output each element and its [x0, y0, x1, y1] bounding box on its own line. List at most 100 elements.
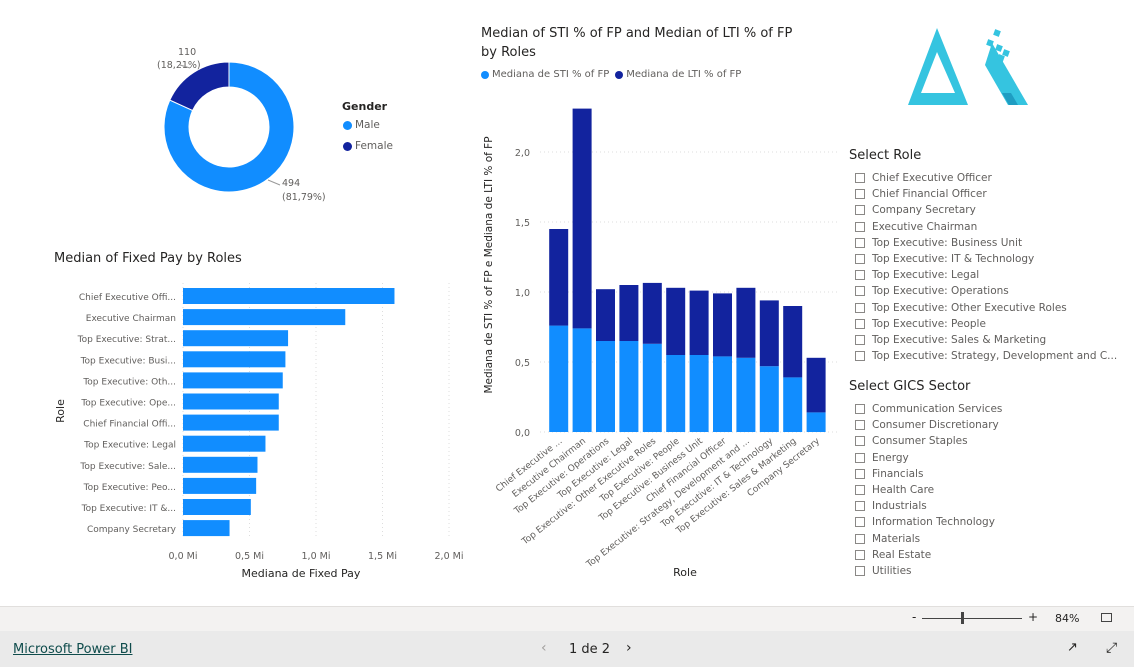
slicer-option[interactable]: Top Executive: Business Unit	[855, 237, 1022, 249]
share-icon[interactable]: ↗	[1067, 640, 1078, 655]
slicer-option-label: Executive Chairman	[872, 220, 978, 233]
y-tick-label: Top Executive: IT &...	[81, 504, 176, 514]
legend-male[interactable]: Male	[343, 119, 380, 131]
zoom-slider-handle[interactable]	[961, 612, 964, 624]
bar-lti	[806, 357, 826, 413]
legend-label: Mediana de STI % of FP	[492, 69, 610, 80]
slicer-option[interactable]: Top Executive: Strategy, Development and…	[855, 350, 1117, 362]
slicer-option[interactable]: Energy	[855, 452, 909, 464]
sti-lti-stacked-chart: 0,00,51,01,52,0Chief Executive ...Execut…	[483, 108, 837, 579]
x-tick-label: 1,0 Mi	[302, 551, 331, 562]
legend-lti[interactable]: Mediana de LTI % of FP	[615, 69, 741, 80]
checkbox[interactable]	[855, 335, 865, 345]
next-page-icon[interactable]: ›	[626, 640, 632, 656]
slicer-option[interactable]: Chief Financial Officer	[855, 188, 987, 200]
zoom-level: 84%	[1055, 612, 1080, 625]
checkbox[interactable]	[855, 237, 865, 248]
y-tick-label: Top Executive: Peo...	[83, 483, 176, 493]
slicer-option[interactable]: Company Secretary	[855, 204, 976, 216]
slicer-option[interactable]: Materials	[855, 533, 920, 545]
checkbox[interactable]	[855, 452, 865, 463]
checkbox[interactable]	[855, 318, 865, 329]
bar-lti	[642, 282, 662, 344]
zoom-out-button[interactable]: -	[912, 610, 916, 624]
sti-lti-chart-title: Median of STI % of FP and Median of LTI …	[481, 26, 793, 60]
slicer-option-label: Health Care	[872, 484, 935, 496]
checkbox[interactable]	[855, 189, 865, 200]
slicer-option[interactable]: Financials	[855, 468, 923, 480]
gender-donut-chart: 494 (81,79%) 110 (18,21%)	[157, 47, 326, 203]
checkbox[interactable]	[855, 404, 865, 414]
bar-lti	[572, 108, 592, 329]
legend-label: Female	[355, 140, 393, 152]
checkbox[interactable]	[855, 254, 865, 264]
slicer-option-label: Real Estate	[872, 548, 932, 561]
fullscreen-icon[interactable]: ⤢	[1106, 640, 1117, 656]
slicer-option[interactable]: Top Executive: Sales & Marketing	[855, 334, 1046, 346]
slicer-option[interactable]: Top Executive: IT & Technology	[855, 253, 1034, 265]
slicer-option[interactable]: Top Executive: Legal	[855, 269, 979, 281]
slicer-option[interactable]: Top Executive: People	[855, 318, 986, 330]
checkbox[interactable]	[855, 566, 865, 576]
bar-sti	[713, 356, 732, 432]
gics-slicer-title: Select GICS Sector	[849, 379, 971, 394]
legend-label: Male	[355, 119, 380, 131]
bar	[183, 477, 257, 494]
checkbox[interactable]	[855, 517, 865, 528]
x-axis-title: Role	[673, 566, 697, 579]
checkbox[interactable]	[855, 286, 865, 297]
legend-female[interactable]: Female	[343, 140, 393, 152]
fit-to-page-icon[interactable]	[1101, 613, 1112, 622]
checkbox[interactable]	[855, 270, 865, 281]
zoom-slider[interactable]	[922, 618, 1022, 619]
slicer-option[interactable]: Real Estate	[855, 549, 931, 561]
checkbox[interactable]	[855, 533, 865, 544]
slicer-option[interactable]: Consumer Discretionary	[855, 419, 999, 431]
slicer-option[interactable]: Health Care	[855, 484, 934, 496]
slicer-option[interactable]: Utilities	[855, 565, 912, 577]
slicer-option[interactable]: Industrials	[855, 500, 927, 512]
checkbox[interactable]	[855, 436, 865, 447]
legend-sti[interactable]: Mediana de STI % of FP	[481, 69, 609, 80]
bar	[183, 414, 279, 431]
slicer-option[interactable]: Information Technology	[855, 516, 995, 528]
checkbox[interactable]	[855, 351, 865, 362]
slicer-option-label: Top Executive: People	[872, 317, 986, 330]
y-tick-label: 2,0	[515, 148, 530, 159]
slicer-option[interactable]: Consumer Staples	[855, 435, 968, 447]
slicer-option-label: Top Executive: Strategy, Development and…	[872, 350, 1118, 363]
bar	[183, 309, 346, 326]
checkbox[interactable]	[855, 205, 865, 216]
checkbox[interactable]	[855, 302, 865, 313]
x-tick-label: 0,5 Mi	[235, 551, 264, 562]
slicer-option-label: Materials	[872, 532, 921, 545]
bar	[183, 351, 286, 368]
x-tick-label: 2,0 Mi	[435, 551, 464, 562]
bar-sti	[689, 355, 709, 432]
slicer-option[interactable]: Executive Chairman	[855, 221, 977, 233]
slicer-option[interactable]: Chief Executive Officer	[855, 172, 992, 184]
sti-lti-legend: Mediana de STI % of FP Mediana de LTI % …	[481, 69, 741, 80]
legend-dot-icon	[343, 141, 352, 151]
y-tick-label: 1,5	[515, 218, 530, 229]
checkbox[interactable]	[855, 468, 865, 479]
data-label: 494	[282, 178, 300, 189]
prev-page-icon[interactable]: ‹	[541, 640, 547, 656]
slicer-option[interactable]: Communication Services	[855, 403, 1002, 415]
checkbox[interactable]	[855, 549, 865, 560]
checkbox[interactable]	[855, 420, 865, 431]
fixed-pay-bar-chart: 0,0 Mi 0,5 Mi 1,0 Mi 1,5 Mi 2,0 Mi Chief Exec…	[54, 283, 464, 580]
data-label: 110	[178, 47, 196, 58]
slicer-option[interactable]: Top Executive: Operations	[855, 285, 1009, 297]
power-bi-link[interactable]: Microsoft Power BI	[13, 642, 132, 657]
bar-sti	[596, 341, 615, 432]
checkbox[interactable]	[855, 485, 865, 495]
bar	[183, 520, 230, 537]
checkbox[interactable]	[855, 501, 865, 512]
bar-lti	[666, 287, 686, 355]
slicer-option[interactable]: Top Executive: Other Executive Roles	[855, 302, 1067, 314]
page-indicator: 1 de 2	[569, 642, 611, 657]
zoom-in-button[interactable]: +	[1028, 610, 1038, 624]
checkbox[interactable]	[855, 173, 865, 183]
checkbox[interactable]	[855, 221, 865, 232]
